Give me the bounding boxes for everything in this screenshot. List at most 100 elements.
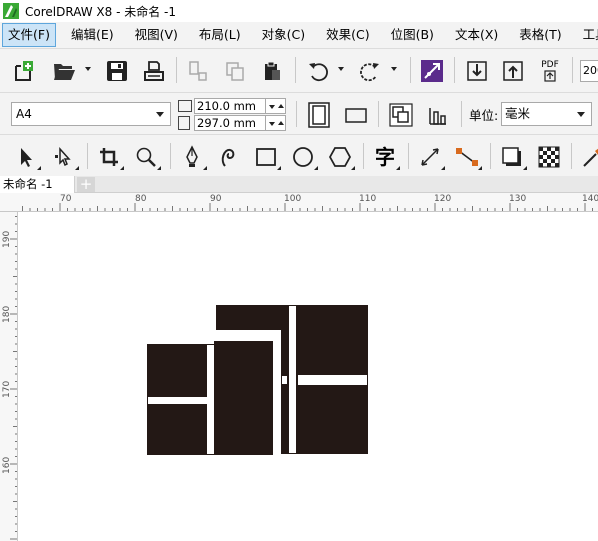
ruler-label: 100 — [284, 194, 302, 204]
export-icon[interactable] — [499, 57, 527, 85]
menu-layout[interactable]: 布局(L) — [193, 23, 247, 47]
rectangle-tool-icon[interactable] — [252, 143, 280, 171]
flyout-indicator — [37, 166, 41, 170]
toolbar-separator — [572, 57, 573, 83]
paste-icon[interactable] — [258, 57, 286, 85]
polygon-tool-icon[interactable] — [326, 143, 354, 171]
menu-object[interactable]: 对象(C) — [256, 23, 311, 47]
copy-icon[interactable] — [221, 57, 249, 85]
flyout-indicator — [314, 166, 318, 170]
menu-tools[interactable]: 工具(O) — [577, 23, 598, 47]
pen-tool-icon[interactable] — [178, 143, 206, 171]
cut-icon[interactable] — [184, 57, 212, 85]
menu-view[interactable]: 视图(V) — [129, 23, 184, 47]
height-icon — [178, 115, 190, 130]
menu-bitmaps[interactable]: 位图(B) — [385, 23, 440, 47]
right-block-notch — [216, 330, 280, 341]
ruler-label: 120 — [434, 194, 452, 204]
toolbar-separator — [490, 143, 491, 169]
property-bar: A4 210.0 mm 297.0 mm 单位: 毫米 — [0, 92, 598, 134]
connector-tool-icon[interactable] — [453, 143, 481, 171]
toolbar-separator — [461, 101, 462, 127]
toolbar-separator — [408, 143, 409, 169]
page-width-field[interactable]: 210.0 mm — [194, 97, 266, 114]
portrait-orientation-icon[interactable] — [305, 101, 333, 129]
ruler-label: 130 — [509, 194, 527, 204]
open-dropdown-arrow[interactable] — [85, 67, 91, 71]
coreldraw-logo-icon — [3, 3, 19, 19]
flyout-indicator — [203, 166, 207, 170]
toolbar-separator — [295, 57, 296, 83]
page-width-row: 210.0 mm — [178, 97, 286, 114]
menu-file[interactable]: 文件(F) — [2, 23, 56, 47]
artistic-media-icon[interactable] — [215, 143, 243, 171]
flyout-indicator — [157, 166, 161, 170]
menu-edit[interactable]: 编辑(E) — [65, 23, 120, 47]
menu-table[interactable]: 表格(T) — [513, 23, 567, 47]
flyout-indicator — [523, 166, 527, 170]
add-document-icon[interactable]: + — [77, 177, 95, 192]
drawing-canvas[interactable] — [18, 212, 598, 541]
ruler-label: 160 — [2, 456, 12, 474]
right-block-small-gap — [282, 376, 287, 384]
flyout-indicator — [478, 166, 482, 170]
document-tab-strip: 未命名 -1 + — [0, 176, 598, 193]
print-icon[interactable] — [140, 57, 168, 85]
flyout-indicator — [277, 166, 281, 170]
save-icon[interactable] — [103, 57, 131, 85]
page-height-field[interactable]: 297.0 mm — [194, 114, 266, 131]
publish-pdf-icon[interactable]: PDF — [536, 57, 564, 85]
menu-text[interactable]: 文本(X) — [449, 23, 504, 47]
units-select[interactable]: 毫米 — [501, 102, 592, 126]
import-icon[interactable] — [463, 57, 491, 85]
text-tool-icon[interactable]: 字 — [371, 143, 399, 171]
transparency-icon[interactable] — [535, 143, 563, 171]
eyedropper-icon[interactable] — [578, 143, 598, 171]
page-height-row: 297.0 mm — [178, 114, 286, 131]
horizontal-ruler[interactable]: 70 80 90 100 110 120 130 140 — [0, 193, 598, 212]
toolbar-separator — [176, 57, 177, 83]
zoom-level-field[interactable]: 200% — [580, 60, 598, 82]
pick-tool-icon[interactable] — [12, 143, 40, 171]
toolbar-separator — [363, 143, 364, 169]
page-height-stepper[interactable] — [266, 114, 286, 131]
right-block-notch-vertical — [273, 330, 281, 454]
toolbar-separator — [170, 143, 171, 169]
new-document-icon[interactable] — [10, 57, 38, 85]
shape-tool-icon[interactable] — [50, 143, 78, 171]
pdf-label: PDF — [541, 60, 559, 70]
flyout-indicator — [75, 166, 79, 170]
undo-icon[interactable] — [304, 57, 332, 85]
right-block-vertical-gap — [289, 306, 296, 453]
redo-icon[interactable] — [356, 57, 384, 85]
toolbar-separator — [378, 101, 379, 127]
toolbar-separator — [410, 57, 411, 83]
document-tab[interactable]: 未命名 -1 — [0, 176, 75, 193]
all-pages-icon[interactable] — [387, 101, 415, 129]
search-content-icon[interactable] — [418, 57, 446, 85]
page-size-value: A4 — [16, 107, 32, 121]
ruler-label: 110 — [359, 194, 377, 204]
toolbar-separator — [296, 101, 297, 127]
landscape-orientation-icon[interactable] — [342, 101, 370, 129]
ruler-label: 80 — [135, 194, 147, 204]
ruler-label: 70 — [60, 194, 72, 204]
standard-toolbar: PDF 200% — [0, 48, 598, 92]
current-page-icon[interactable] — [424, 101, 452, 129]
undo-dropdown-arrow[interactable] — [338, 67, 344, 71]
open-folder-icon[interactable] — [50, 57, 78, 85]
ruler-label: 90 — [210, 194, 222, 204]
ellipse-tool-icon[interactable] — [289, 143, 317, 171]
block-overlap — [214, 341, 216, 455]
menu-effects[interactable]: 效果(C) — [320, 23, 375, 47]
page-width-stepper[interactable] — [266, 97, 286, 114]
crop-tool-icon[interactable] — [95, 143, 123, 171]
drop-shadow-icon[interactable] — [498, 143, 526, 171]
toolbar-separator — [571, 143, 572, 169]
redo-dropdown-arrow[interactable] — [391, 67, 397, 71]
vertical-ruler[interactable]: 190 180 170 160 — [0, 212, 18, 541]
zoom-tool-icon[interactable] — [132, 143, 160, 171]
dimension-tool-icon[interactable] — [416, 143, 444, 171]
ruler-label: 140 — [582, 194, 598, 204]
page-size-select[interactable]: A4 — [11, 102, 171, 126]
